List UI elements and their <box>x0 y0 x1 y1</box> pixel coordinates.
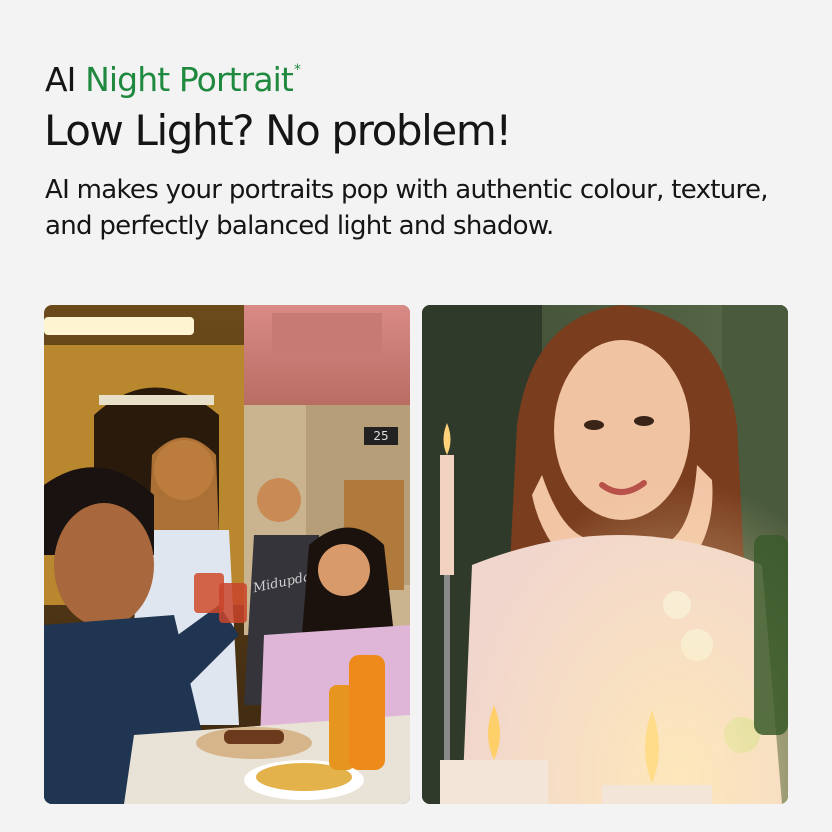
candlelight-portrait-illustration <box>422 305 788 804</box>
headline: Low Light? No problem! <box>44 106 512 155</box>
pillar-candle <box>602 785 712 804</box>
pillar-candle <box>440 760 548 804</box>
eyebrow-feature-name: Night Portrait <box>85 60 294 99</box>
foreground-man-face <box>54 503 154 627</box>
eyebrow-footnote-mark: * <box>293 62 301 78</box>
juice-bottle <box>349 655 385 770</box>
door-number: 25 <box>373 429 388 443</box>
ceiling-light <box>44 317 194 335</box>
candlelight-portrait-photo <box>422 305 788 804</box>
friends-toast-illustration: 25 Midupdate <box>44 305 410 804</box>
friends-toast-photo: 25 Midupdate <box>44 305 410 804</box>
eyebrow-title: AI Night Portrait* <box>45 50 301 100</box>
drink-glass <box>219 583 247 623</box>
subcopy: AI makes your portraits pop with authent… <box>45 175 769 241</box>
eyebrow-prefix: AI <box>45 60 76 99</box>
woman-pink-jacket-head <box>318 544 370 596</box>
wine-bottle <box>754 535 788 735</box>
